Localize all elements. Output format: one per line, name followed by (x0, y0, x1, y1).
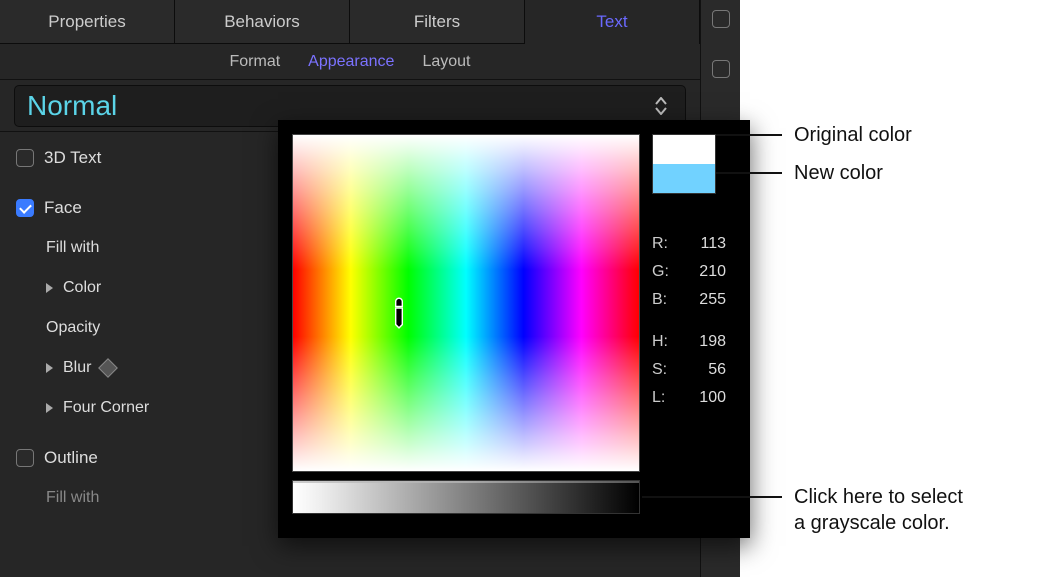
stepper-icon (655, 97, 673, 115)
callout-text-line2: a grayscale color. (794, 512, 950, 534)
readout-s-label: S: (652, 356, 680, 384)
checkbox-face[interactable] (16, 199, 34, 217)
color-spectrum[interactable] (292, 134, 640, 472)
color-swatch-pair (652, 134, 716, 194)
readout-r-label: R: (652, 230, 680, 258)
label-color: Color (63, 279, 101, 297)
tab-text[interactable]: Text (525, 0, 700, 44)
label-face: Face (44, 198, 82, 218)
checkbox-outline[interactable] (16, 449, 34, 467)
readout-r-value: 113 (680, 230, 726, 258)
callout-text-line1: Click here to select (794, 486, 963, 508)
picker-left-column (292, 134, 640, 524)
preset-name: Normal (27, 90, 117, 122)
tab-properties[interactable]: Properties (0, 0, 175, 44)
readout-h-value: 198 (680, 328, 726, 356)
tab-label: Filters (414, 12, 460, 32)
tab-behaviors[interactable]: Behaviors (175, 0, 350, 44)
main-tabs: Properties Behaviors Filters Text (0, 0, 700, 44)
grayscale-strip[interactable] (292, 480, 640, 514)
keyframe-diamond-icon[interactable] (99, 358, 119, 378)
readout-l-label: L: (652, 384, 680, 412)
color-readout: R: 113 G: 210 B: 255 H: 198 S: 56 L: 100 (652, 230, 736, 412)
readout-h-label: H: (652, 328, 680, 356)
label-3d-text: 3D Text (44, 148, 101, 168)
sub-tabs: Format Appearance Layout (0, 44, 700, 80)
label-outline: Outline (44, 448, 98, 468)
color-picker-popover: R: 113 G: 210 B: 255 H: 198 S: 56 L: 100 (278, 120, 750, 538)
readout-g-value: 210 (680, 258, 726, 286)
label-fill-with: Fill with (46, 239, 99, 257)
callout-original-color: Original color (794, 122, 912, 148)
tab-label: Behaviors (224, 12, 300, 32)
callout-new-color: New color (794, 160, 883, 186)
label-outline-fill-with: Fill with (46, 489, 99, 507)
readout-b-value: 255 (680, 286, 726, 314)
eyedropper-icon[interactable] (379, 293, 419, 333)
disclosure-triangle-icon[interactable] (46, 363, 53, 373)
callout-text: New color (794, 162, 883, 184)
disclosure-triangle-icon[interactable] (46, 283, 53, 293)
picker-right-column: R: 113 G: 210 B: 255 H: 198 S: 56 L: 100 (652, 134, 736, 524)
layer-visibility-checkbox[interactable] (712, 60, 730, 78)
subtab-appearance[interactable]: Appearance (308, 53, 394, 71)
new-color-swatch[interactable] (653, 164, 715, 193)
disclosure-triangle-icon[interactable] (46, 403, 53, 413)
subtab-layout[interactable]: Layout (422, 53, 470, 71)
label-blur: Blur (63, 359, 91, 377)
label-four-corner: Four Corner (63, 399, 149, 417)
label-opacity: Opacity (46, 319, 100, 337)
subtab-format[interactable]: Format (229, 53, 280, 71)
callout-text: Original color (794, 124, 912, 146)
layer-visibility-checkbox[interactable] (712, 10, 730, 28)
readout-l-value: 100 (680, 384, 726, 412)
callout-grayscale: Click here to select a grayscale color. (794, 484, 963, 536)
checkbox-3d-text[interactable] (16, 149, 34, 167)
tab-label: Properties (48, 12, 125, 32)
readout-g-label: G: (652, 258, 680, 286)
original-color-swatch[interactable] (653, 135, 715, 164)
tab-label: Text (596, 12, 627, 32)
readout-s-value: 56 (680, 356, 726, 384)
readout-b-label: B: (652, 286, 680, 314)
tab-filters[interactable]: Filters (350, 0, 525, 44)
